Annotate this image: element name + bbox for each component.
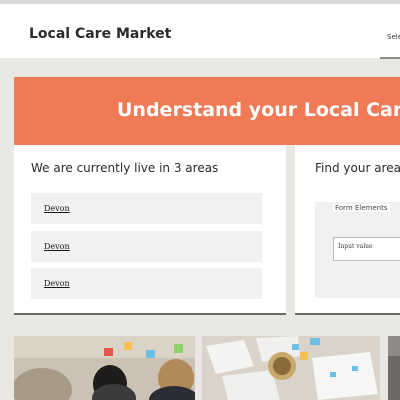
- brand-title[interactable]: Local Care Market: [29, 26, 171, 42]
- area-input[interactable]: Input value: [333, 237, 400, 261]
- photo-third[interactable]: [388, 336, 400, 400]
- area-link[interactable]: Devon: [44, 204, 70, 213]
- photo-workshop-people-image: [14, 336, 195, 400]
- area-link[interactable]: Devon: [44, 279, 70, 288]
- photo-workshop-people[interactable]: [14, 336, 195, 400]
- photo-desk-papers-image: [202, 336, 380, 400]
- form-legend: Form Elements: [333, 204, 390, 212]
- area-item[interactable]: Devon: [31, 268, 262, 299]
- find-area-panel: Find your area Form Elements Input value: [295, 145, 400, 315]
- find-area-heading: Find your area: [315, 161, 400, 175]
- area-item[interactable]: Devon: [31, 193, 262, 224]
- photo-third-image: [388, 336, 400, 400]
- photo-desk-papers[interactable]: [202, 336, 380, 400]
- hero-banner: Understand your Local Care M: [14, 77, 400, 145]
- form-elements-box: Form Elements Input value: [315, 202, 400, 298]
- area-item[interactable]: Devon: [31, 231, 262, 262]
- nav-select-link[interactable]: Sele: [387, 33, 400, 41]
- site-header: Local Care Market Sele: [0, 4, 400, 59]
- nav-active-underline: [380, 57, 400, 59]
- areas-heading: We are currently live in 3 areas: [31, 161, 219, 175]
- area-link[interactable]: Devon: [44, 242, 70, 251]
- hero-title: Understand your Local Care M: [117, 99, 400, 121]
- areas-panel: We are currently live in 3 areas Devon D…: [14, 145, 286, 315]
